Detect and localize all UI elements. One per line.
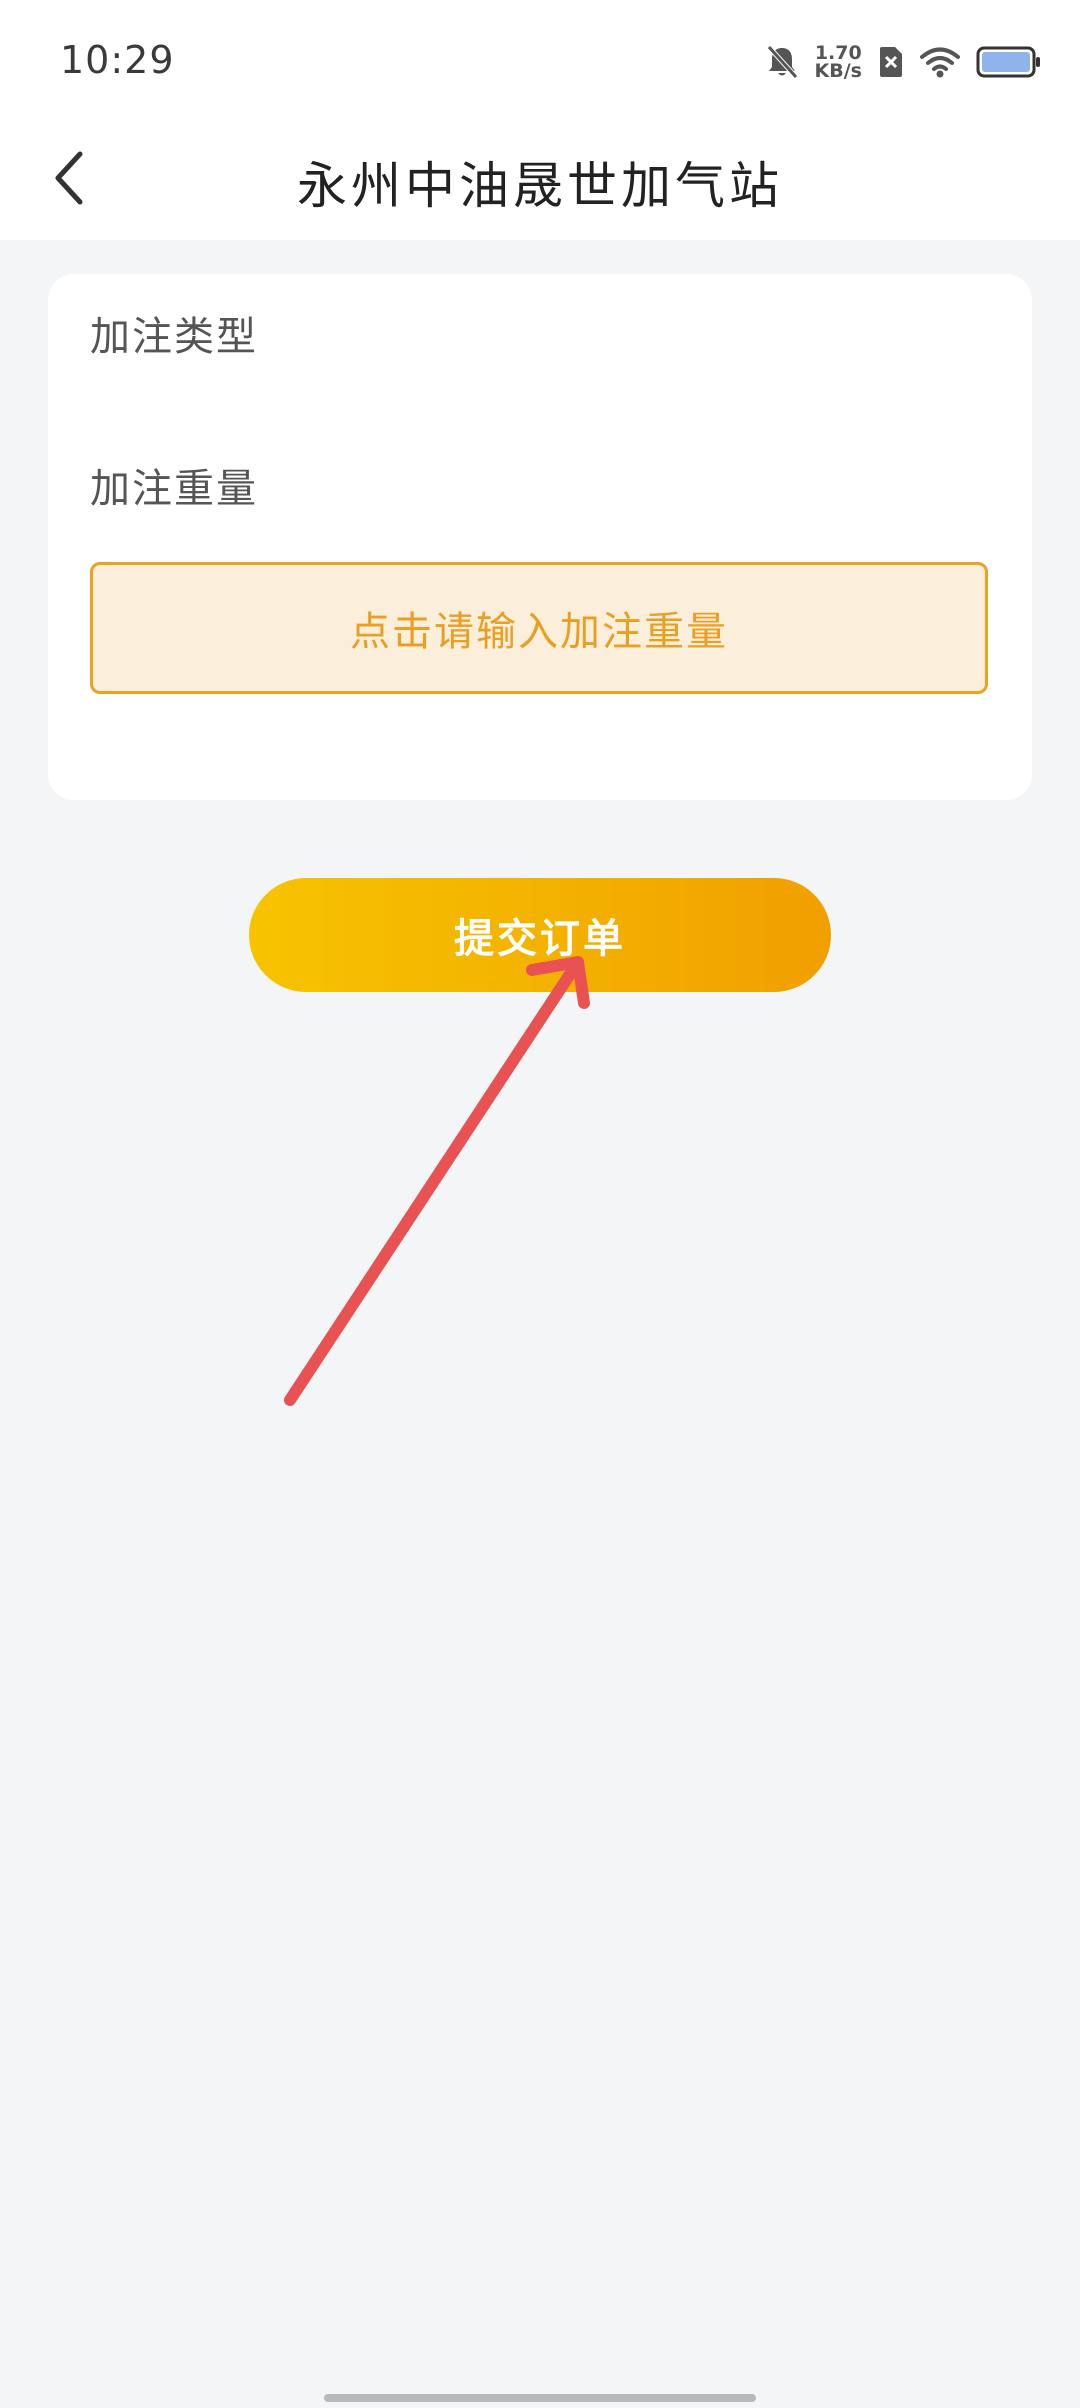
refuel-weight-label: 加注重量 xyxy=(90,466,258,512)
submit-order-button[interactable]: 提交订单 xyxy=(249,878,831,992)
refuel-form-card: 加注类型 加注重量 点击请输入加注重量 xyxy=(48,274,1032,800)
refuel-weight-placeholder: 点击请输入加注重量 xyxy=(350,609,728,655)
refuel-type-label: 加注类型 xyxy=(90,314,258,360)
status-icons: 1.70 KB/s xyxy=(765,40,1042,84)
home-indicator xyxy=(324,2394,756,2402)
sim-disabled-icon xyxy=(878,46,904,78)
wifi-icon xyxy=(920,46,960,78)
status-bar: 10:29 1.70 KB/s xyxy=(0,0,1080,120)
submit-order-label: 提交订单 xyxy=(454,916,626,962)
refuel-weight-input[interactable]: 点击请输入加注重量 xyxy=(90,562,988,694)
page-title: 永州中油晟世加气站 xyxy=(297,157,783,215)
net-speed-unit: KB/s xyxy=(814,60,862,82)
nav-bar: 永州中油晟世加气站 xyxy=(0,120,1080,240)
net-speed-indicator: 1.70 KB/s xyxy=(814,44,862,82)
battery-icon xyxy=(976,46,1042,78)
status-time: 10:29 xyxy=(60,38,175,82)
bell-muted-icon xyxy=(765,44,799,80)
